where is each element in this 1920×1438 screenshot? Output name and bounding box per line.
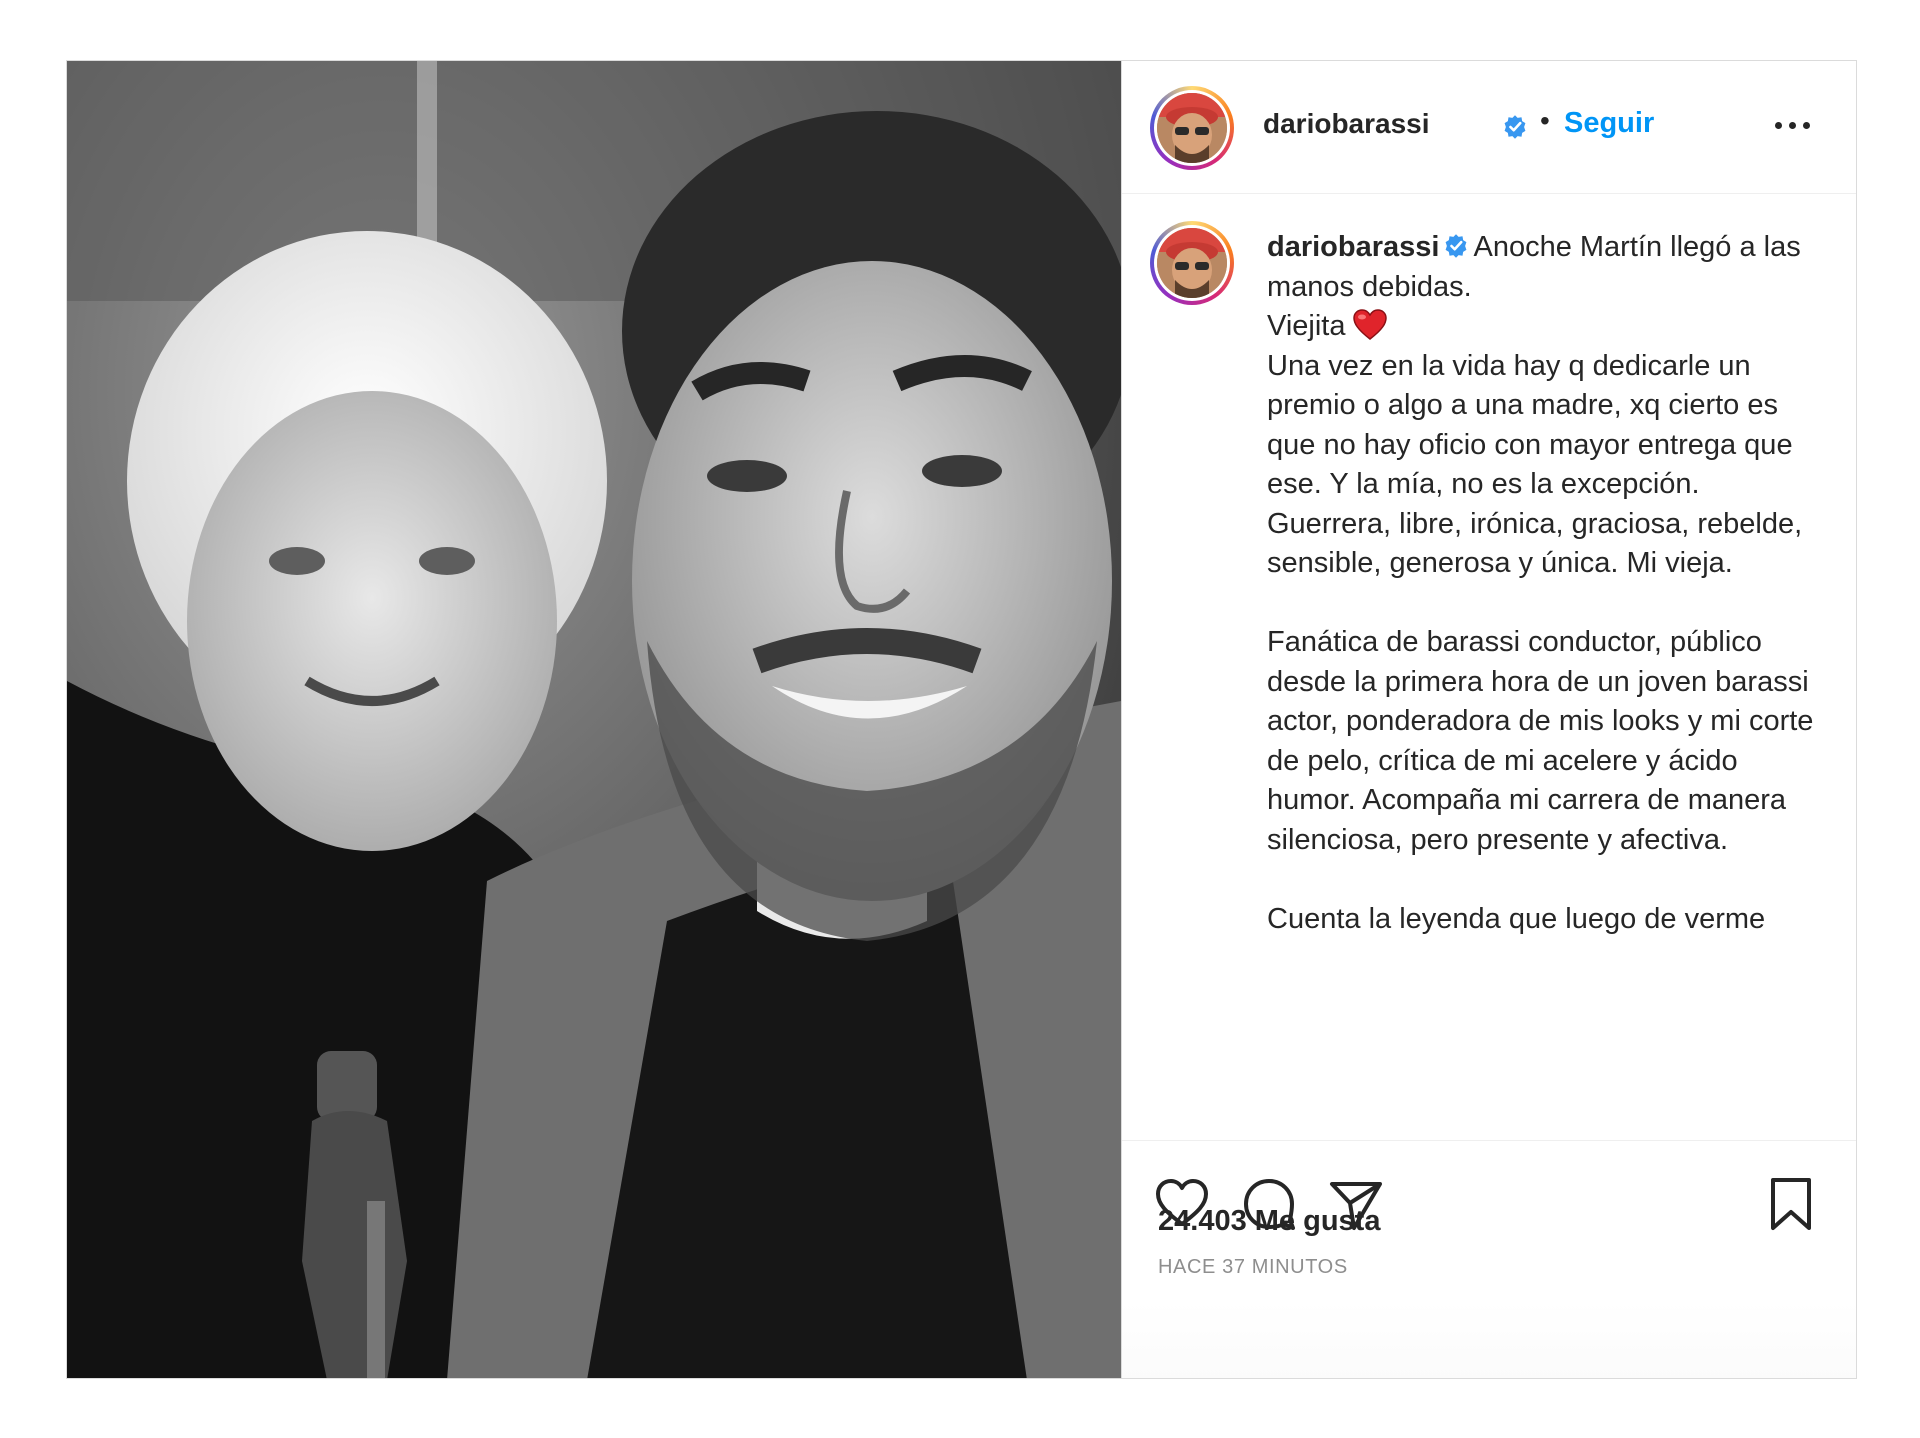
more-options-icon[interactable] [1771,109,1815,139]
instagram-post: dariobarassi • Seguir dariobarassi Anoch… [66,60,1857,1379]
avatar-image [1157,228,1227,298]
post-photo[interactable] [67,61,1121,1378]
header-username[interactable]: dariobarassi [1263,108,1430,140]
follow-button[interactable]: Seguir [1564,107,1654,140]
caption-line-2: Viejita [1267,310,1346,342]
post-sidebar: dariobarassi • Seguir dariobarassi Anoch… [1121,61,1856,1378]
header-avatar[interactable] [1150,86,1234,170]
verified-badge-icon [1504,115,1526,139]
post-header: dariobarassi • Seguir [1122,61,1856,194]
comment-area [1122,1301,1856,1378]
likes-count[interactable]: 24.403 Me gusta [1158,1205,1380,1238]
caption-area: dariobarassi Anoche Martín llegó a las ma… [1122,195,1856,1141]
post-photo-image [67,61,1121,1378]
post-caption: dariobarassi Anoche Martín llegó a las ma… [1267,228,1827,939]
caption-body: Una vez en la vida hay q dedicarle un pr… [1267,349,1814,935]
caption-avatar[interactable] [1150,221,1234,305]
avatar-image [1157,93,1227,163]
post-timestamp[interactable]: HACE 37 MINUTOS [1158,1256,1348,1279]
bookmark-icon[interactable] [1763,1176,1819,1232]
caption-username[interactable]: dariobarassi [1267,231,1439,263]
verified-badge-icon [1446,234,1467,258]
red-heart-emoji [1353,309,1388,340]
header-separator: • [1540,105,1550,136]
